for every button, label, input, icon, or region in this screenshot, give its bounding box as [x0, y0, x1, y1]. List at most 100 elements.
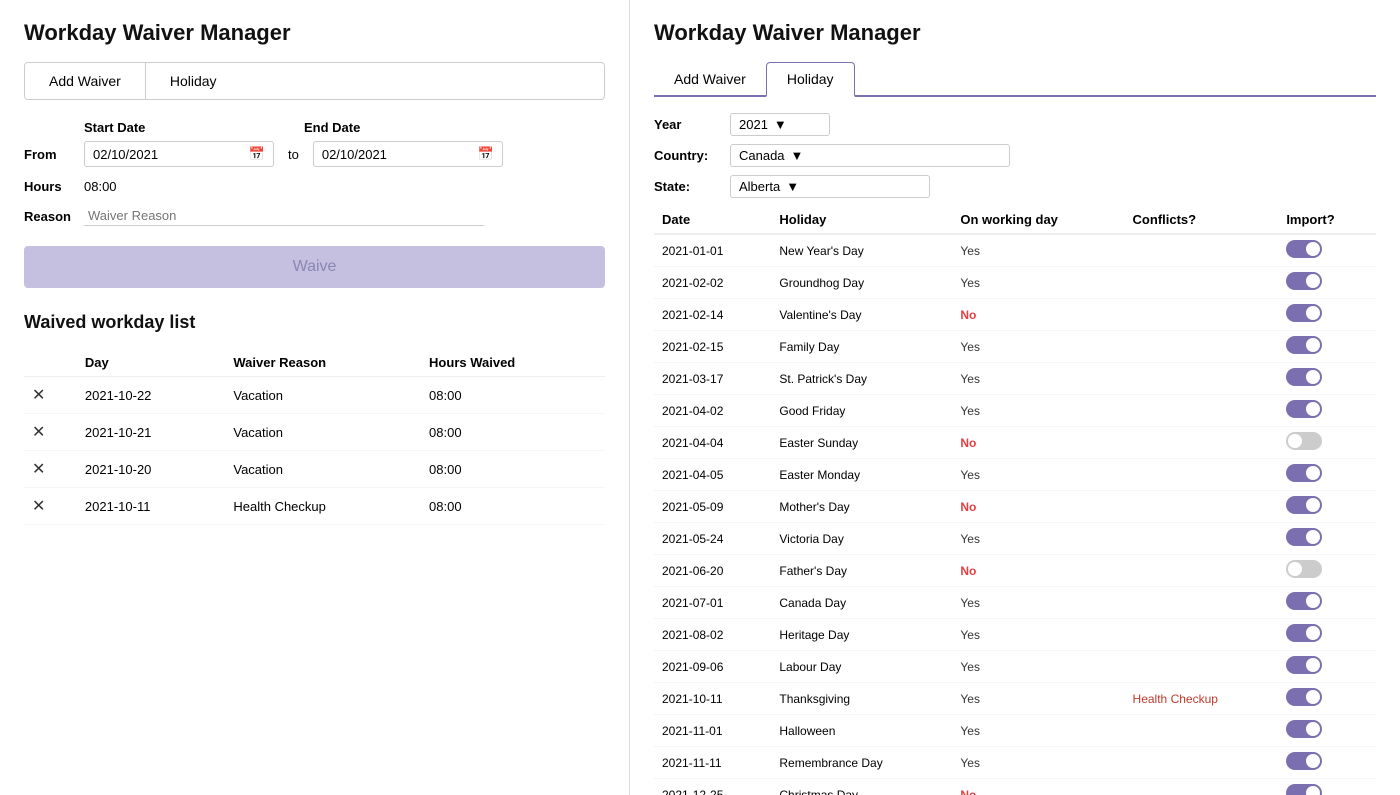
right-panel-title: Workday Waiver Manager — [654, 20, 1376, 46]
end-date-header: End Date — [304, 120, 360, 135]
waived-list-title: Waived workday list — [24, 312, 605, 333]
import-toggle[interactable] — [1278, 587, 1376, 619]
list-item: 2021-03-17 St. Patrick's Day Yes — [654, 363, 1376, 395]
hours-row: Hours 08:00 — [24, 179, 605, 194]
waive-button[interactable]: Waive — [24, 246, 605, 288]
import-toggle[interactable] — [1278, 331, 1376, 363]
row-day: 2021-10-11 — [77, 488, 225, 525]
row-reason: Vacation — [225, 414, 421, 451]
right-tab-add-waiver[interactable]: Add Waiver — [654, 62, 766, 95]
row-day: 2021-10-20 — [77, 451, 225, 488]
holiday-col-working: On working day — [952, 206, 1124, 234]
list-item: 2021-08-02 Heritage Day Yes — [654, 619, 1376, 651]
import-toggle[interactable] — [1278, 523, 1376, 555]
holiday-name: Canada Day — [771, 587, 952, 619]
import-toggle[interactable] — [1278, 683, 1376, 715]
end-date-value: 02/10/2021 — [322, 147, 387, 162]
left-tab-add-waiver[interactable]: Add Waiver — [25, 63, 146, 99]
conflicts-value — [1125, 555, 1279, 587]
year-value: 2021 — [739, 117, 768, 132]
left-tab-holiday[interactable]: Holiday — [146, 63, 241, 99]
conflict-text: Health Checkup — [1133, 692, 1218, 706]
working-day-value: Yes — [952, 234, 1124, 267]
reason-input[interactable] — [84, 206, 484, 226]
conflicts-value — [1125, 459, 1279, 491]
import-toggle[interactable] — [1278, 459, 1376, 491]
row-hours: 08:00 — [421, 488, 605, 525]
left-tabs: Add Waiver Holiday — [24, 62, 605, 100]
conflicts-value — [1125, 619, 1279, 651]
holiday-name: New Year's Day — [771, 234, 952, 267]
import-toggle[interactable] — [1278, 491, 1376, 523]
delete-button[interactable]: ✕ — [32, 385, 45, 405]
state-select[interactable]: Alberta ▼ — [730, 175, 930, 198]
country-dropdown-icon: ▼ — [791, 148, 804, 163]
row-reason: Health Checkup — [225, 488, 421, 525]
import-toggle[interactable] — [1278, 619, 1376, 651]
holiday-date: 2021-06-20 — [654, 555, 771, 587]
to-label: to — [288, 147, 299, 162]
import-toggle[interactable] — [1278, 363, 1376, 395]
conflicts-value — [1125, 779, 1279, 795]
end-date-calendar-icon[interactable]: 📅 — [478, 146, 494, 162]
import-toggle[interactable] — [1278, 299, 1376, 331]
delete-button[interactable]: ✕ — [32, 422, 45, 442]
row-reason: Vacation — [225, 451, 421, 488]
year-filter-row: Year 2021 ▼ — [654, 113, 1376, 136]
list-item: 2021-02-02 Groundhog Day Yes — [654, 267, 1376, 299]
list-item: 2021-05-09 Mother's Day No — [654, 491, 1376, 523]
holiday-name: Groundhog Day — [771, 267, 952, 299]
holiday-name: Father's Day — [771, 555, 952, 587]
table-row: ✕ 2021-10-20 Vacation 08:00 — [24, 451, 605, 488]
import-toggle[interactable] — [1278, 234, 1376, 267]
holiday-name: St. Patrick's Day — [771, 363, 952, 395]
country-filter-row: Country: Canada ▼ — [654, 144, 1376, 167]
list-item: 2021-04-02 Good Friday Yes — [654, 395, 1376, 427]
working-day-value: Yes — [952, 267, 1124, 299]
conflicts-value — [1125, 299, 1279, 331]
holiday-date: 2021-04-04 — [654, 427, 771, 459]
import-toggle[interactable] — [1278, 715, 1376, 747]
conflicts-value — [1125, 491, 1279, 523]
holiday-name: Easter Monday — [771, 459, 952, 491]
year-select[interactable]: 2021 ▼ — [730, 113, 830, 136]
list-item: 2021-02-14 Valentine's Day No — [654, 299, 1376, 331]
right-tab-holiday[interactable]: Holiday — [766, 62, 855, 97]
holiday-date: 2021-10-11 — [654, 683, 771, 715]
from-label: From — [24, 147, 84, 162]
working-day-value: Yes — [952, 683, 1124, 715]
import-toggle[interactable] — [1278, 267, 1376, 299]
import-toggle[interactable] — [1278, 747, 1376, 779]
delete-button[interactable]: ✕ — [32, 496, 45, 516]
list-item: 2021-11-11 Remembrance Day Yes — [654, 747, 1376, 779]
list-item: 2021-09-06 Labour Day Yes — [654, 651, 1376, 683]
waived-list-table: Day Waiver Reason Hours Waived ✕ 2021-10… — [24, 349, 605, 525]
holiday-date: 2021-04-05 — [654, 459, 771, 491]
list-item: 2021-12-25 Christmas Day No — [654, 779, 1376, 795]
holiday-date: 2021-05-09 — [654, 491, 771, 523]
start-date-calendar-icon[interactable]: 📅 — [249, 146, 265, 162]
conflicts-value — [1125, 427, 1279, 459]
import-toggle[interactable] — [1278, 427, 1376, 459]
holiday-date: 2021-02-14 — [654, 299, 771, 331]
row-reason: Vacation — [225, 377, 421, 414]
end-date-input[interactable]: 02/10/2021 📅 — [313, 141, 503, 167]
year-filter-label: Year — [654, 117, 714, 132]
holiday-col-import: Import? — [1278, 206, 1376, 234]
working-day-value: Yes — [952, 459, 1124, 491]
start-date-input[interactable]: 02/10/2021 📅 — [84, 141, 274, 167]
import-toggle[interactable] — [1278, 651, 1376, 683]
import-toggle[interactable] — [1278, 779, 1376, 795]
delete-button[interactable]: ✕ — [32, 459, 45, 479]
holiday-name: Good Friday — [771, 395, 952, 427]
import-toggle[interactable] — [1278, 395, 1376, 427]
list-item: 2021-06-20 Father's Day No — [654, 555, 1376, 587]
country-select[interactable]: Canada ▼ — [730, 144, 1010, 167]
import-toggle[interactable] — [1278, 555, 1376, 587]
conflicts-value — [1125, 587, 1279, 619]
right-panel: Workday Waiver Manager Add Waiver Holida… — [630, 0, 1400, 795]
conflicts-value — [1125, 395, 1279, 427]
working-day-value: No — [952, 491, 1124, 523]
row-day: 2021-10-22 — [77, 377, 225, 414]
holiday-date: 2021-11-11 — [654, 747, 771, 779]
